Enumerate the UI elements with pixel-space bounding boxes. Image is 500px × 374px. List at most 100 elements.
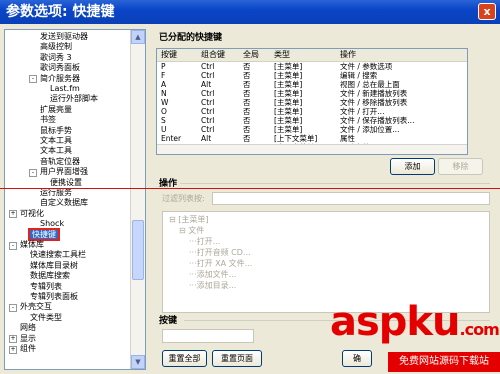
column-header-modifier[interactable]: 组合键: [201, 50, 225, 60]
tree-item[interactable]: 发送到驱动器: [40, 32, 88, 42]
tree-scrollbar[interactable]: ▲ ▼: [130, 30, 145, 369]
tree-item[interactable]: 运行外部脚本: [50, 94, 98, 104]
tree-item[interactable]: 鼠标手势: [40, 126, 72, 136]
table-cell: 文件 / 新建播放列表: [340, 89, 408, 98]
table-row[interactable]: A Alt 否 [主菜单] 视图 / 总在最上面: [157, 80, 467, 89]
tree-item-label: 数据库搜索: [30, 271, 70, 281]
list-horizontal-scrollbar[interactable]: [157, 144, 467, 154]
table-row[interactable]: O Ctrl 否 [主菜单] 文件 / 打开...: [157, 107, 467, 116]
tree-item-label: 鼠标手势: [40, 125, 72, 135]
scroll-thumb[interactable]: [132, 220, 144, 280]
tree-item[interactable]: 简介服务器: [40, 74, 80, 84]
tree-item[interactable]: 外壳交互: [20, 302, 52, 312]
filter-input[interactable]: [212, 192, 490, 205]
table-row[interactable]: Enter Alt 否 [上下文菜单] 属性: [157, 134, 467, 143]
tree-item-label: 外壳交互: [20, 302, 52, 312]
table-cell: 文件 / 移除播放列表: [340, 98, 408, 107]
column-header-key[interactable]: 按键: [161, 50, 177, 60]
tree-item-label: 发送到驱动器: [40, 32, 88, 41]
table-row[interactable]: W Ctrl 否 [主菜单] 文件 / 移除播放列表: [157, 98, 467, 107]
tree-item[interactable]: Last.fm: [50, 84, 80, 94]
tree-toggle-icon[interactable]: -: [9, 303, 17, 312]
preferences-tree[interactable]: ▲ ▼ 发送到驱动器 高级控制 歌词秀 3 歌词秀面板 - 简介服务器 Last.fm 运行外…: [4, 29, 146, 370]
key-title: 按键: [159, 316, 178, 326]
tree-toggle-icon[interactable]: -: [29, 168, 37, 177]
tree-item-label: 专辑列表面板: [30, 292, 78, 301]
tree-item[interactable]: 便携设置: [50, 178, 82, 188]
scroll-up-arrow-icon[interactable]: ▲: [131, 30, 145, 44]
tree-item[interactable]: 文本工具: [40, 136, 72, 146]
tree-toggle-icon[interactable]: ⊟: [169, 215, 178, 224]
operation-divider: [180, 183, 490, 184]
table-row[interactable]: S Ctrl 否 [主菜单] 文件 / 保存播放列表...: [157, 116, 467, 125]
operation-tree-item[interactable]: ···添加文件...: [189, 270, 236, 280]
tree-item[interactable]: 扩展亮量: [40, 105, 72, 115]
operation-tree-item[interactable]: ···打开音频 CD...: [189, 248, 251, 258]
shortcut-list[interactable]: 按键 组合键 全局 类型 操作 P Ctrl 否 [主菜单] 文件 / 参数选项 F Ctr…: [156, 48, 468, 155]
table-cell: [主菜单]: [274, 62, 303, 71]
tree-toggle-icon[interactable]: +: [9, 335, 17, 344]
tree-item[interactable]: 文本工具: [40, 146, 72, 156]
reset-page-button[interactable]: 重置页面: [212, 350, 262, 367]
tree-item[interactable]: 快捷键: [28, 227, 60, 241]
table-cell: 视图 / 总在最上面: [340, 80, 400, 89]
key-input[interactable]: [162, 329, 254, 343]
column-header-global[interactable]: 全局: [243, 50, 259, 60]
tree-item[interactable]: 数据库搜索: [30, 271, 70, 281]
operation-tree-item[interactable]: ···打开 XA 文件...: [189, 259, 252, 269]
tree-item-label: 歌词秀面板: [40, 63, 80, 73]
table-row[interactable]: U Ctrl 否 [主菜单] 文件 / 添加位置...: [157, 125, 467, 134]
tree-item[interactable]: 用户界面增强: [40, 167, 88, 177]
operation-tree-item[interactable]: ⊟ [主菜单]: [169, 215, 209, 225]
table-cell: Ctrl: [201, 71, 215, 80]
tree-item[interactable]: 高级控制: [40, 42, 72, 52]
operation-tree[interactable]: ⊟ [主菜单] ⊟ 文件 ···打开... ···打开音频 CD... ···打开 XA…: [162, 211, 490, 313]
tree-item[interactable]: 自定义数据库: [40, 198, 88, 208]
tree-item[interactable]: 组件: [20, 344, 36, 354]
tree-item-label: 书签: [40, 115, 56, 125]
reset-all-button[interactable]: 重置全部: [162, 350, 207, 367]
tree-item[interactable]: 运行服务: [40, 188, 72, 198]
table-cell: 文件 / 打开...: [340, 107, 385, 116]
tree-toggle-icon[interactable]: -: [9, 241, 17, 250]
tree-toggle-icon[interactable]: ⊟: [179, 226, 188, 235]
table-row[interactable]: N Ctrl 否 [主菜单] 文件 / 新建播放列表: [157, 89, 467, 98]
operation-tree-item[interactable]: ···添加目录...: [189, 281, 236, 291]
tree-toggle-icon[interactable]: +: [9, 210, 17, 219]
tree-item[interactable]: Shock: [40, 219, 64, 229]
tree-item[interactable]: 音轨定位器: [40, 157, 80, 167]
table-row[interactable]: P Ctrl 否 [主菜单] 文件 / 参数选项: [157, 62, 467, 71]
table-cell: 否: [243, 89, 251, 98]
table-cell: Alt: [201, 80, 212, 89]
operation-tree-item[interactable]: ···打开...: [189, 237, 220, 247]
remove-button[interactable]: 移除: [438, 158, 483, 175]
tree-item[interactable]: 文件类型: [30, 313, 62, 323]
tree-toggle-icon[interactable]: -: [29, 75, 37, 84]
tree-item[interactable]: 媒体库目录树: [30, 261, 78, 271]
add-button[interactable]: 添加: [390, 158, 435, 175]
window-title: 参数选项: 快捷键: [6, 4, 115, 20]
tree-item[interactable]: 媒体库: [20, 240, 44, 250]
table-cell: A: [161, 80, 167, 89]
tree-item[interactable]: 快速搜索工具栏: [30, 250, 86, 260]
tree-item[interactable]: 书签: [40, 115, 56, 125]
tree-item[interactable]: 歌词秀 3: [40, 53, 72, 63]
scroll-down-arrow-icon[interactable]: ▼: [131, 355, 145, 369]
column-header-action[interactable]: 操作: [340, 50, 356, 60]
tree-item[interactable]: 可视化: [20, 209, 44, 219]
ok-button[interactable]: 确: [342, 350, 372, 367]
operation-tree-item[interactable]: ⊟ 文件: [179, 226, 204, 236]
table-cell: Alt: [201, 134, 212, 143]
table-cell: 否: [243, 62, 251, 71]
tree-item-label: Last.fm: [50, 84, 80, 93]
tree-item[interactable]: 专辑列表面板: [30, 292, 78, 302]
tree-item[interactable]: 歌词秀面板: [40, 63, 80, 73]
title-bar[interactable]: 参数选项: 快捷键 x: [0, 0, 500, 24]
table-row[interactable]: F Ctrl 否 [主菜单] 编辑 / 搜索: [157, 71, 467, 80]
tree-toggle-icon[interactable]: +: [9, 345, 17, 354]
tree-item[interactable]: 显示: [20, 334, 36, 344]
tree-item[interactable]: 网络: [20, 323, 36, 333]
close-button[interactable]: x: [478, 3, 496, 20]
tree-item[interactable]: 专辑列表: [30, 282, 62, 292]
column-header-type[interactable]: 类型: [274, 50, 290, 60]
